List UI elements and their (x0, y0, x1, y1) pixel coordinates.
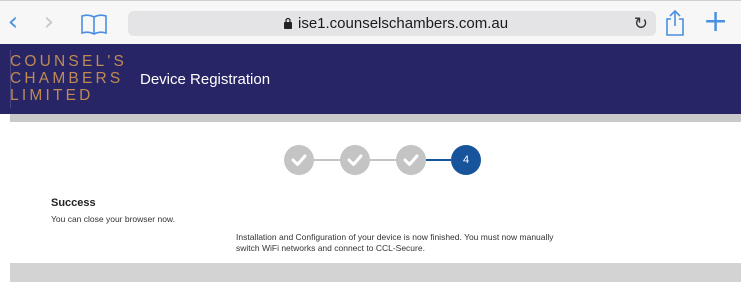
success-heading: Success (51, 197, 96, 209)
counsels-chambers-logo[interactable]: COUNSEL'S CHAMBERS LIMITED (10, 53, 130, 104)
bookmarks-icon[interactable] (80, 13, 108, 35)
success-message: You can close your browser now. (51, 214, 175, 224)
logo-line: LIMITED (10, 87, 94, 104)
step-1-complete (284, 145, 314, 175)
new-tab-icon[interactable]: + (703, 7, 728, 37)
lock-icon (284, 17, 292, 29)
step-2-complete (340, 145, 370, 175)
check-icon (347, 154, 363, 166)
address-bar[interactable]: ise1.counselschambers.com.au ↻ (128, 11, 656, 36)
back-icon[interactable]: ‹ (2, 9, 24, 35)
step-connector (426, 159, 451, 161)
instructions-text: Installation and Configuration of your d… (236, 232, 554, 253)
step-4-current: 4 (451, 145, 481, 175)
url-text: ise1.counselschambers.com.au (298, 15, 509, 32)
forward-icon[interactable]: › (38, 9, 60, 35)
step-connector (370, 159, 396, 161)
logo-line: COUNSEL'S (10, 53, 128, 70)
step-connector (314, 159, 340, 161)
check-icon (291, 154, 307, 166)
footer-bar (10, 263, 741, 282)
step-3-complete (396, 145, 426, 175)
check-icon (403, 154, 419, 166)
page-title: Device Registration (140, 71, 271, 88)
progress-stepper: 4 (284, 145, 484, 177)
logo-line: CHAMBERS (10, 70, 124, 87)
share-icon[interactable] (664, 9, 686, 37)
site-header: COUNSEL'S CHAMBERS LIMITED Device Regist… (0, 44, 741, 114)
page: ‹ › ise1.counselschambers.com.au ↻ + COU… (0, 0, 741, 282)
browser-toolbar: ‹ › ise1.counselschambers.com.au ↻ + (0, 0, 741, 44)
reload-icon[interactable]: ↻ (634, 14, 648, 34)
divider-strip (10, 114, 741, 122)
